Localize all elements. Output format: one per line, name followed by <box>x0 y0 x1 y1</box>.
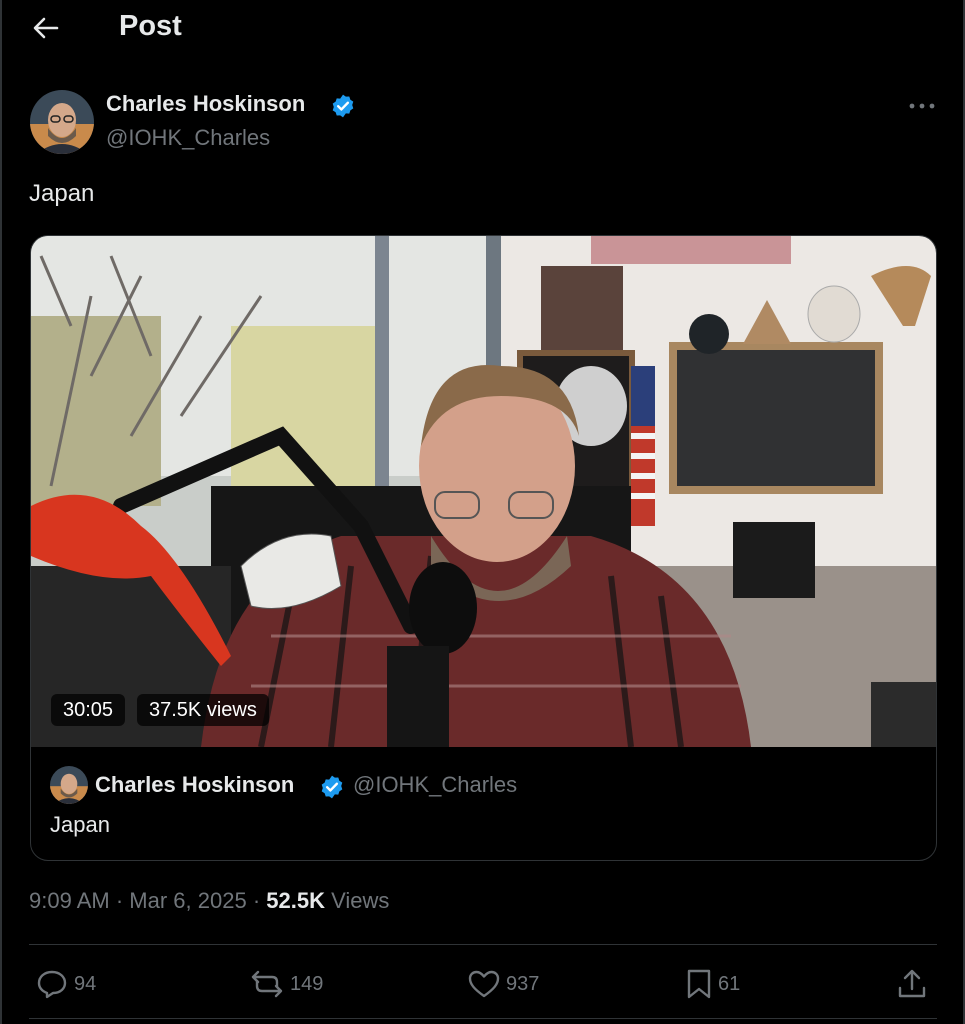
divider <box>29 944 937 945</box>
avatar[interactable] <box>30 90 94 154</box>
media-card[interactable]: 30:05 37.5K views Charles Hoskinson @IOH… <box>30 235 937 861</box>
post-text: Japan <box>29 180 95 207</box>
video-duration-badge: 30:05 <box>51 694 126 726</box>
like-count: 937 <box>506 972 540 995</box>
post-time[interactable]: 9:09 AM <box>29 888 110 913</box>
back-button[interactable] <box>26 10 66 46</box>
quoted-author-name[interactable]: Charles Hoskinson <box>95 772 294 798</box>
bookmark-icon <box>687 969 711 999</box>
reply-count: 94 <box>74 972 97 995</box>
share-button[interactable] <box>896 965 928 1003</box>
reply-button[interactable]: 94 <box>36 965 96 1003</box>
views-count: 52.5K <box>266 888 325 913</box>
repost-icon <box>251 970 283 998</box>
views-label: Views <box>331 888 390 913</box>
more-options-button[interactable] <box>900 94 944 118</box>
quoted-avatar[interactable] <box>50 766 88 804</box>
video-player[interactable]: 30:05 37.5K views <box>31 236 936 747</box>
like-button[interactable]: 937 <box>468 965 539 1003</box>
verified-badge-icon <box>321 775 343 799</box>
back-arrow-icon <box>33 17 59 39</box>
more-icon <box>909 103 935 109</box>
reply-icon <box>37 970 67 999</box>
divider <box>29 1018 937 1019</box>
header: Post <box>0 0 965 56</box>
page-title: Post <box>119 10 182 42</box>
like-icon <box>468 970 500 998</box>
post-date[interactable]: Mar 6, 2025 <box>129 888 246 913</box>
author-handle[interactable]: @IOHK_Charles <box>106 125 270 151</box>
quoted-author-handle[interactable]: @IOHK_Charles <box>353 772 517 798</box>
meta-separator: · <box>252 888 267 913</box>
verified-badge-icon <box>332 94 354 118</box>
repost-button[interactable]: 149 <box>250 965 323 1003</box>
repost-count: 149 <box>290 972 324 995</box>
quoted-post-text: Japan <box>50 812 110 837</box>
author-name[interactable]: Charles Hoskinson <box>106 91 305 117</box>
video-views-badge: 37.5K views <box>137 694 269 726</box>
meta-separator: · <box>115 888 130 913</box>
bookmark-button[interactable]: 61 <box>686 965 740 1003</box>
bookmark-count: 61 <box>718 972 741 995</box>
share-icon <box>898 969 926 998</box>
post-metadata: 9:09 AM · Mar 6, 2025 · 52.5K Views <box>29 888 389 914</box>
